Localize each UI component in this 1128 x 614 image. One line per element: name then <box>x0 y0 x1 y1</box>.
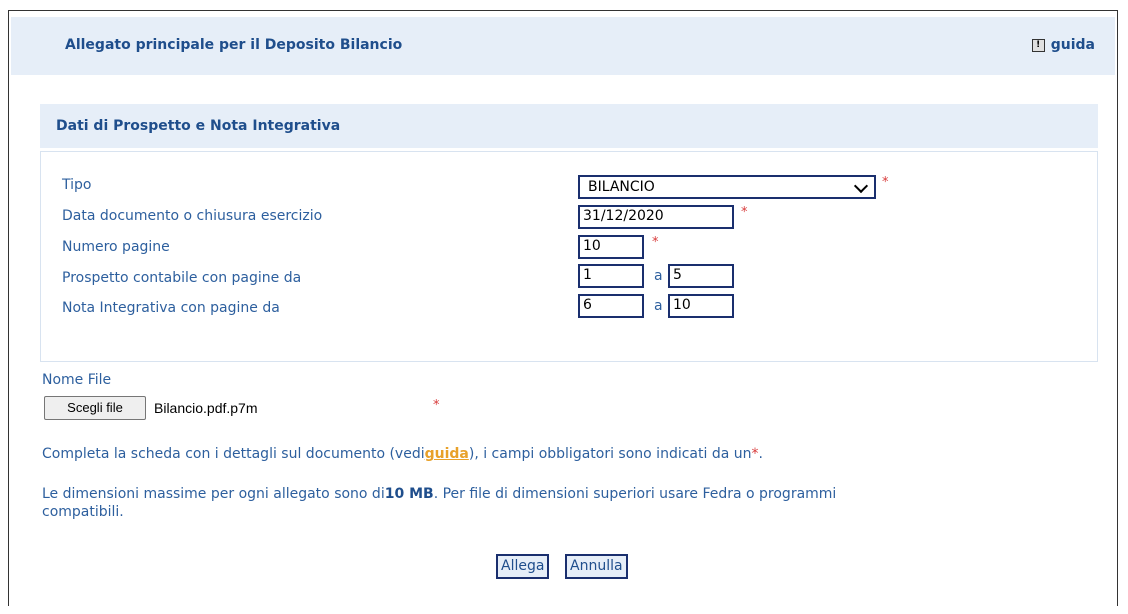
nota-label: Nota Integrativa con pagine da <box>62 300 280 316</box>
data-label: Data documento o chiusura esercizio <box>62 208 323 224</box>
info-text: ), i campi obbligatori sono indicati da … <box>468 446 752 462</box>
info-required-text: Completa la scheda con i dettagli sul do… <box>42 445 763 463</box>
nota-from-input[interactable]: 6 <box>578 294 644 318</box>
section-title: Dati di Prospetto e Nota Integrativa <box>56 118 341 134</box>
section-header: Dati di Prospetto e Nota Integrativa <box>40 104 1098 148</box>
info-text: Le dimensioni massime per ogni allegato … <box>42 486 385 502</box>
info-text: Completa la scheda con i dettagli sul do… <box>42 446 425 462</box>
required-mark: * <box>882 175 889 190</box>
nota-to-input[interactable]: 10 <box>668 294 734 318</box>
tipo-value: BILANCIO <box>588 179 655 195</box>
range-separator: a <box>654 268 663 284</box>
tipo-label: Tipo <box>62 177 92 193</box>
allega-button[interactable]: Allega <box>496 554 550 579</box>
max-size-value: 10 MB <box>384 486 434 502</box>
required-mark: * <box>433 398 440 413</box>
choose-file-button[interactable]: Scegli file <box>44 396 146 420</box>
annulla-button[interactable]: Annulla <box>565 554 628 579</box>
guida-inline-link[interactable]: guida <box>425 446 469 462</box>
help-book-icon: ! <box>1031 38 1045 52</box>
info-text: . <box>758 446 763 462</box>
data-input[interactable]: 31/12/2020 <box>578 205 734 229</box>
required-mark: * <box>751 446 759 462</box>
prospetto-from-input[interactable]: 1 <box>578 264 644 288</box>
required-mark: * <box>652 235 659 250</box>
chevron-down-icon <box>853 178 869 194</box>
info-size-text: Le dimensioni massime per ogni allegato … <box>42 485 836 503</box>
pagine-label: Numero pagine <box>62 239 170 255</box>
nome-file-label: Nome File <box>42 372 112 388</box>
page-title: Allegato principale per il Deposito Bila… <box>65 37 403 53</box>
guida-label: guida <box>1050 37 1095 53</box>
prospetto-to-input[interactable]: 5 <box>668 264 734 288</box>
tipo-select[interactable]: BILANCIO <box>578 175 876 199</box>
selected-file-name: Bilancio.pdf.p7m <box>154 400 258 416</box>
info-size-text-cont: compatibili. <box>42 504 124 520</box>
section-body <box>40 151 1098 362</box>
required-mark: * <box>741 205 748 220</box>
prospetto-label: Prospetto contabile con pagine da <box>62 270 302 286</box>
numero-pagine-input[interactable]: 10 <box>578 235 644 259</box>
guida-link[interactable]: ! guida <box>1031 37 1095 53</box>
range-separator: a <box>654 298 663 314</box>
info-text: . Per file di dimensioni superiori usare… <box>433 486 837 502</box>
page-header: Allegato principale per il Deposito Bila… <box>11 17 1115 75</box>
